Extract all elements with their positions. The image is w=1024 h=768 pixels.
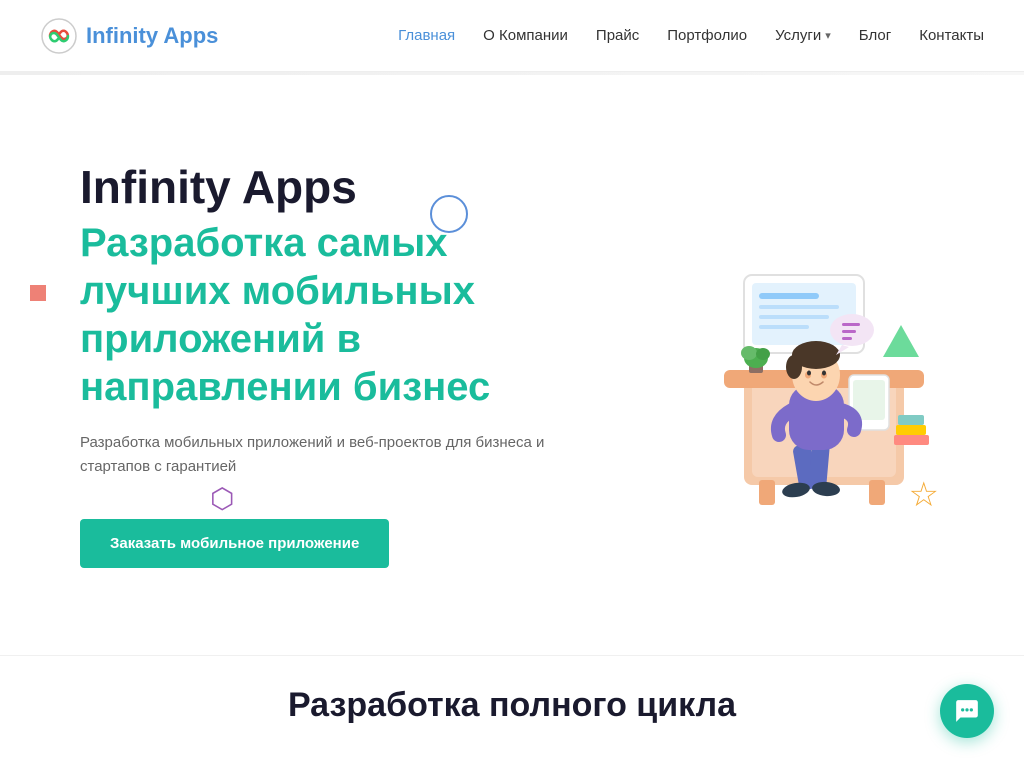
nav-item-blog[interactable]: Блог: [859, 27, 891, 44]
logo-link[interactable]: Infinity Apps: [40, 17, 218, 55]
hero-title-black: Infinity Apps: [80, 162, 604, 213]
header: Infinity Apps Главная О Компании Прайс П…: [0, 0, 1024, 72]
chat-icon: [954, 698, 980, 724]
chat-button[interactable]: [940, 684, 994, 738]
nav-item-about[interactable]: О Компании: [483, 27, 568, 44]
hero-illustration-container: [604, 175, 944, 555]
hero-content: Infinity Apps Разработка самых лучших мо…: [80, 162, 604, 568]
nav-item-portfolio[interactable]: Портфолио: [667, 27, 747, 44]
deco-square: [30, 285, 46, 301]
nav-item-price[interactable]: Прайс: [596, 27, 639, 44]
hero-title-teal: Разработка самых лучших мобильных прилож…: [80, 219, 604, 411]
nav-item-services[interactable]: Услуги ▾: [775, 27, 831, 44]
bottom-section-title: Разработка полного цикла: [80, 686, 944, 725]
chevron-down-icon: ▾: [825, 29, 831, 42]
bottom-section: Разработка полного цикла: [0, 655, 1024, 735]
nav-item-contacts[interactable]: Контакты: [919, 27, 984, 44]
hero-cta-button[interactable]: Заказать мобильное приложение: [80, 519, 389, 568]
hero-subtitle: Разработка мобильных приложений и веб-пр…: [80, 431, 560, 479]
logo-icon: [40, 17, 78, 55]
main-nav: Главная О Компании Прайс Портфолио Услуг…: [398, 27, 984, 44]
hero-section: ⬡ ☆ Infinity Apps Разработка самых лучши…: [0, 75, 1024, 655]
hero-illustration: [604, 175, 944, 515]
nav-item-home[interactable]: Главная: [398, 27, 455, 44]
logo-text: Infinity Apps: [86, 23, 218, 49]
